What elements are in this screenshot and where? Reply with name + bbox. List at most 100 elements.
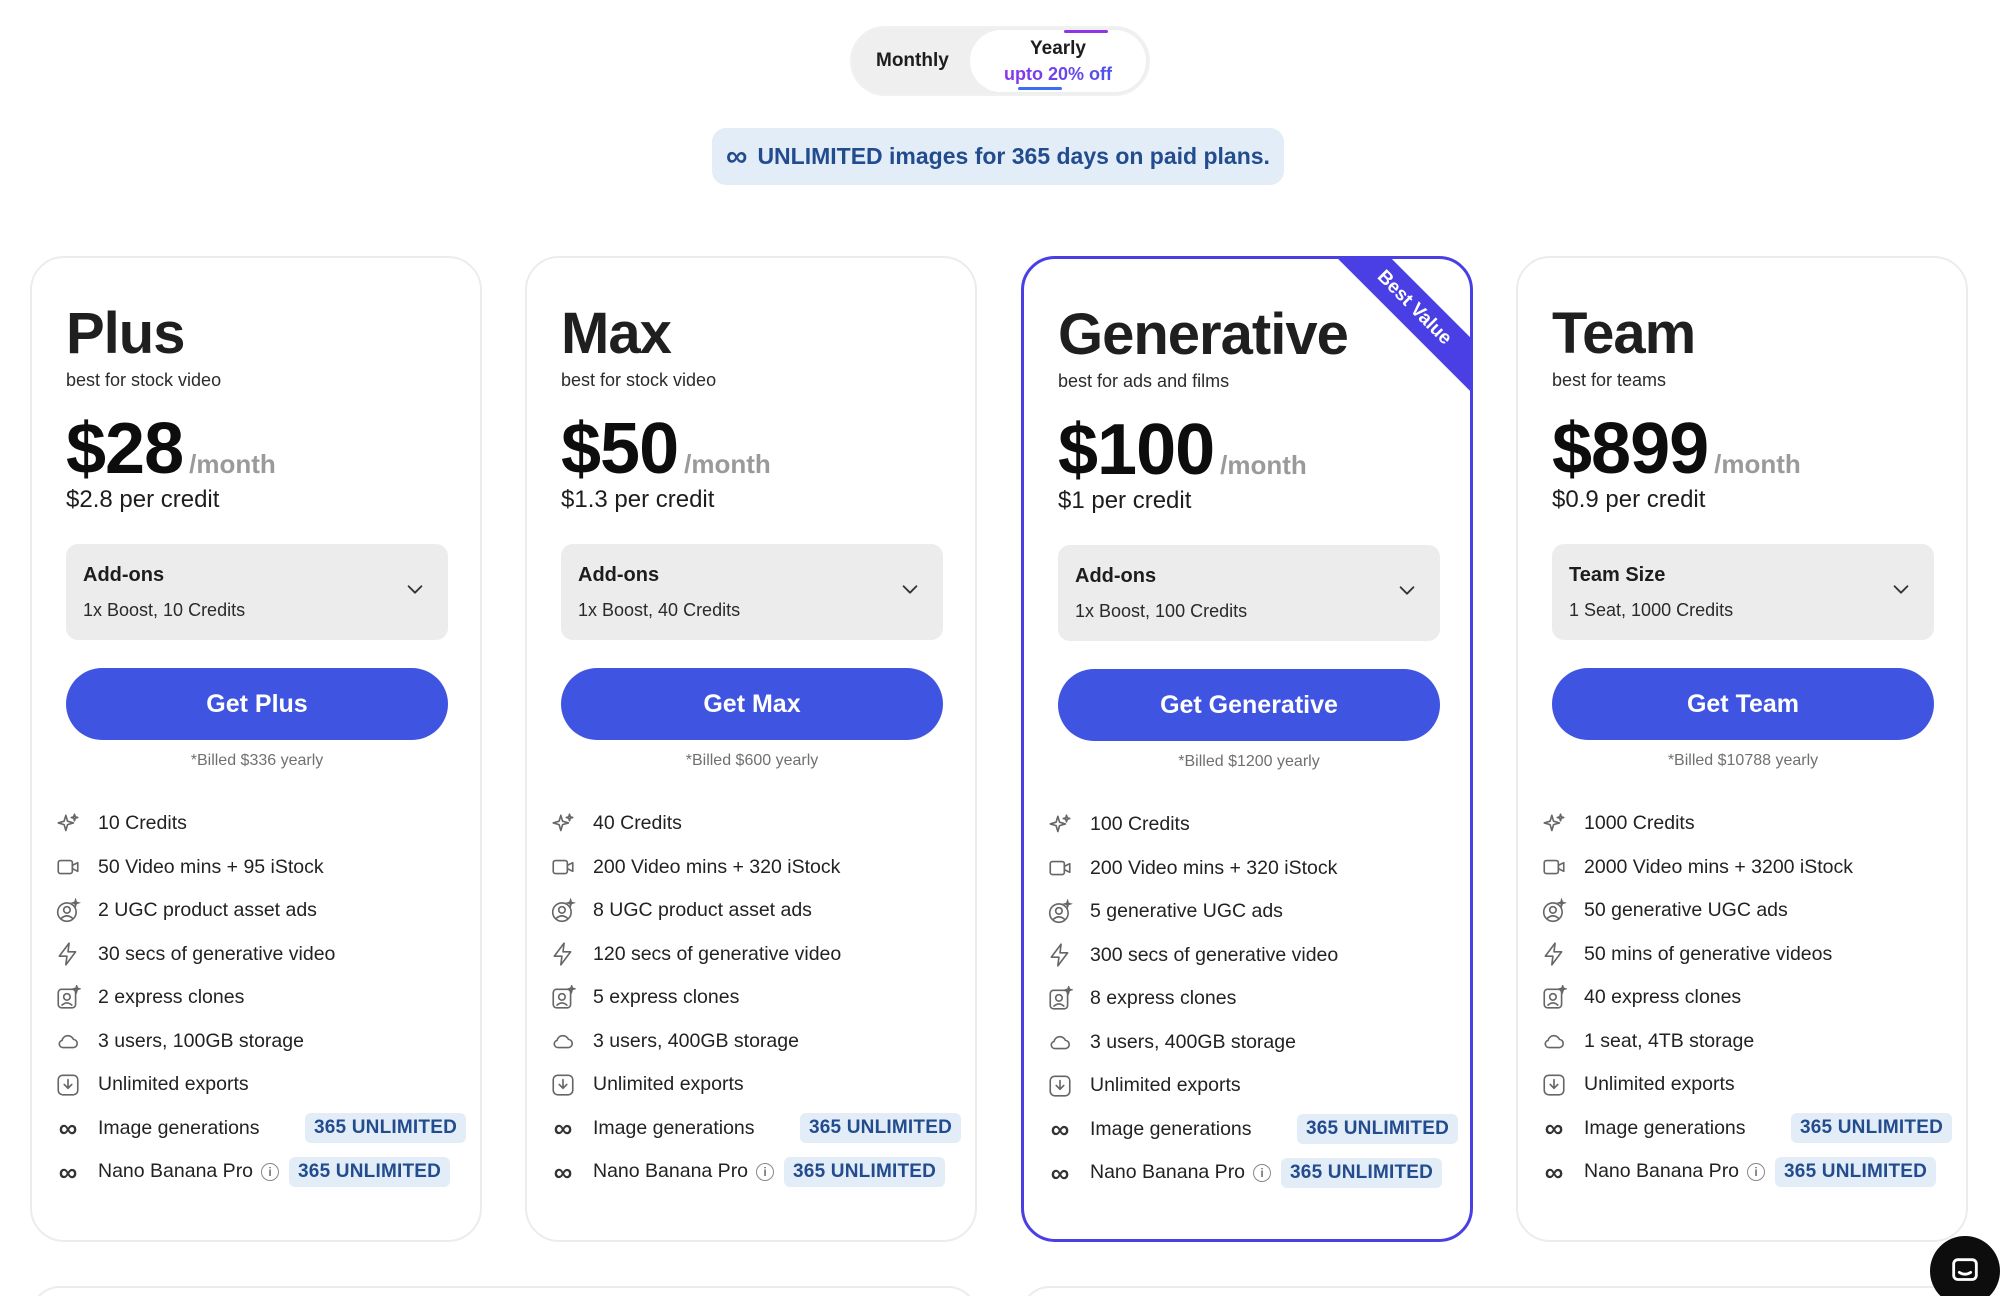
feature-item: ∞ Image generations 365 UNLIMITED [549, 1107, 969, 1151]
price-period: /month [189, 449, 276, 479]
chat-widget-button[interactable] [1930, 1236, 2000, 1296]
feature-item: 300 secs of generative video [1046, 934, 1466, 978]
ugc-avatar-icon [1046, 898, 1074, 926]
plan-tagline: best for stock video [561, 370, 717, 390]
clone-portrait-icon [54, 984, 82, 1012]
feature-text: 1000 Credits [1584, 812, 1695, 835]
addons-dropdown[interactable]: Add-ons 1x Boost, 100 Credits [1058, 545, 1440, 641]
feature-text: Nano Banana Pro [98, 1160, 254, 1183]
video-icon [1046, 854, 1074, 882]
info-icon[interactable]: i [261, 1162, 280, 1181]
unlimited-badge: 365 UNLIMITED [784, 1156, 946, 1187]
lower-section-card [1020, 1286, 1970, 1296]
get-plus-button[interactable]: Get Plus [66, 668, 448, 740]
feature-item: 200 Video mins + 320 iStock [549, 846, 969, 890]
per-credit-price: $1.3 per credit [561, 486, 715, 513]
info-icon[interactable]: i [1253, 1163, 1272, 1182]
chevron-down-icon [1399, 586, 1415, 595]
addons-title: Add-ons [578, 564, 660, 586]
feature-item: 1000 Credits [1540, 802, 1960, 846]
get-generative-button[interactable]: Get Generative [1058, 669, 1440, 741]
addons-title: Add-ons [1075, 565, 1157, 587]
feature-item: ∞ Nano Banana Pro i 365 UNLIMITED [1540, 1150, 1960, 1194]
ugc-avatar-icon [1540, 897, 1568, 925]
download-icon [549, 1071, 577, 1099]
feature-text: 3 users, 100GB storage [98, 1029, 304, 1052]
chevron-down-icon [407, 585, 423, 594]
billed-yearly-note: *Billed $336 yearly [190, 752, 324, 769]
unlimited-badge: 365 UNLIMITED [1775, 1156, 1937, 1187]
plan-name: Plus [66, 301, 185, 366]
feature-text: 120 secs of generative video [593, 942, 842, 965]
toggle-accent-line [1064, 30, 1108, 33]
feature-item: 10 Credits [54, 802, 474, 846]
feature-item: 2 UGC product asset ads [54, 889, 474, 933]
feature-text: Unlimited exports [1090, 1074, 1241, 1097]
video-icon [54, 853, 82, 881]
feature-item: 5 express clones [549, 976, 969, 1020]
get-max-button[interactable]: Get Max [561, 668, 943, 740]
feature-item: Unlimited exports [54, 1063, 474, 1107]
feature-item: Unlimited exports [549, 1063, 969, 1107]
get-team-button[interactable]: Get Team [1552, 668, 1934, 740]
feature-text: 5 generative UGC ads [1090, 900, 1283, 923]
plan-card-team: Team best for teams $899/month $0.9 per … [1516, 256, 1968, 1242]
addons-selected-value: 1 Seat, 1000 Credits [1569, 600, 1734, 620]
billed-yearly-note: *Billed $1200 yearly [1178, 753, 1320, 770]
unlimited-badge: 365 UNLIMITED [799, 1113, 961, 1144]
ugc-avatar-icon [549, 897, 577, 925]
infinity-icon: ∞ [553, 1156, 573, 1187]
feature-item: ∞ Nano Banana Pro i 365 UNLIMITED [1046, 1151, 1466, 1195]
addons-dropdown[interactable]: Add-ons 1x Boost, 10 Credits [66, 544, 448, 640]
addons-dropdown[interactable]: Add-ons 1x Boost, 40 Credits [561, 544, 943, 640]
feature-text: Unlimited exports [98, 1073, 249, 1096]
feature-text: 10 Credits [98, 812, 187, 835]
lightning-icon [549, 940, 577, 968]
chat-icon [1952, 1258, 1978, 1281]
yearly-option[interactable]: Yearly upto 20% off [970, 30, 1146, 92]
unlimited-badge: 365 UNLIMITED [1296, 1114, 1458, 1145]
feature-text: 40 express clones [1584, 986, 1742, 1009]
feature-list: 100 Credits 200 Video mins + 320 iStock 5 … [1046, 803, 1466, 1195]
download-icon [1540, 1071, 1568, 1099]
info-icon[interactable]: i [1747, 1162, 1766, 1181]
feature-text: Image generations [98, 1116, 260, 1139]
feature-item: 1 seat, 4TB storage [1540, 1020, 1960, 1064]
feature-item: ∞ Nano Banana Pro i 365 UNLIMITED [54, 1150, 474, 1194]
price-amount: $899 [1552, 409, 1709, 489]
infinity-icon: ∞ [58, 1113, 78, 1144]
infinity-icon: ∞ [553, 1113, 573, 1144]
feature-item: 2 express clones [54, 976, 474, 1020]
billed-yearly-note: *Billed $10788 yearly [1667, 752, 1819, 769]
billed-yearly-note: *Billed $600 yearly [685, 752, 819, 769]
plan-tagline: best for teams [1552, 370, 1667, 390]
per-credit-price: $1 per credit [1058, 487, 1192, 514]
infinity-icon: ∞ [726, 139, 748, 173]
cloud-icon [1540, 1027, 1568, 1055]
feature-text: Image generations [1090, 1117, 1252, 1140]
plan-price: $28/month [66, 408, 276, 490]
feature-item: 40 express clones [1540, 976, 1960, 1020]
feature-text: 2 express clones [98, 986, 245, 1009]
feature-item: 100 Credits [1046, 803, 1466, 847]
addons-dropdown[interactable]: Team Size 1 Seat, 1000 Credits [1552, 544, 1934, 640]
sparkle-icon [54, 810, 82, 838]
plan-card-plus: Plus best for stock video $28/month $2.8… [30, 256, 482, 1242]
feature-text: 1 seat, 4TB storage [1584, 1029, 1755, 1052]
feature-text: 50 Video mins + 95 iStock [98, 855, 324, 878]
feature-item: ∞ Image generations 365 UNLIMITED [1046, 1108, 1466, 1152]
lightning-icon [1046, 941, 1074, 969]
plan-card-max: Max best for stock video $50/month $1.3 … [525, 256, 977, 1242]
unlimited-badge: 365 UNLIMITED [1281, 1157, 1443, 1188]
addons-selected-value: 1x Boost, 100 Credits [1075, 601, 1248, 621]
yearly-label: Yearly [1030, 38, 1086, 59]
unlimited-images-banner: ∞ UNLIMITED images for 365 days on paid … [712, 128, 1284, 185]
feature-item: 3 users, 400GB storage [549, 1020, 969, 1064]
feature-text: 8 express clones [1090, 987, 1237, 1010]
feature-text: 300 secs of generative video [1090, 943, 1339, 966]
feature-item: 3 users, 100GB storage [54, 1020, 474, 1064]
price-amount: $50 [561, 409, 679, 489]
unlimited-badge: 365 UNLIMITED [304, 1113, 466, 1144]
info-icon[interactable]: i [756, 1162, 775, 1181]
yearly-discount-label: upto 20% off [970, 64, 1146, 85]
